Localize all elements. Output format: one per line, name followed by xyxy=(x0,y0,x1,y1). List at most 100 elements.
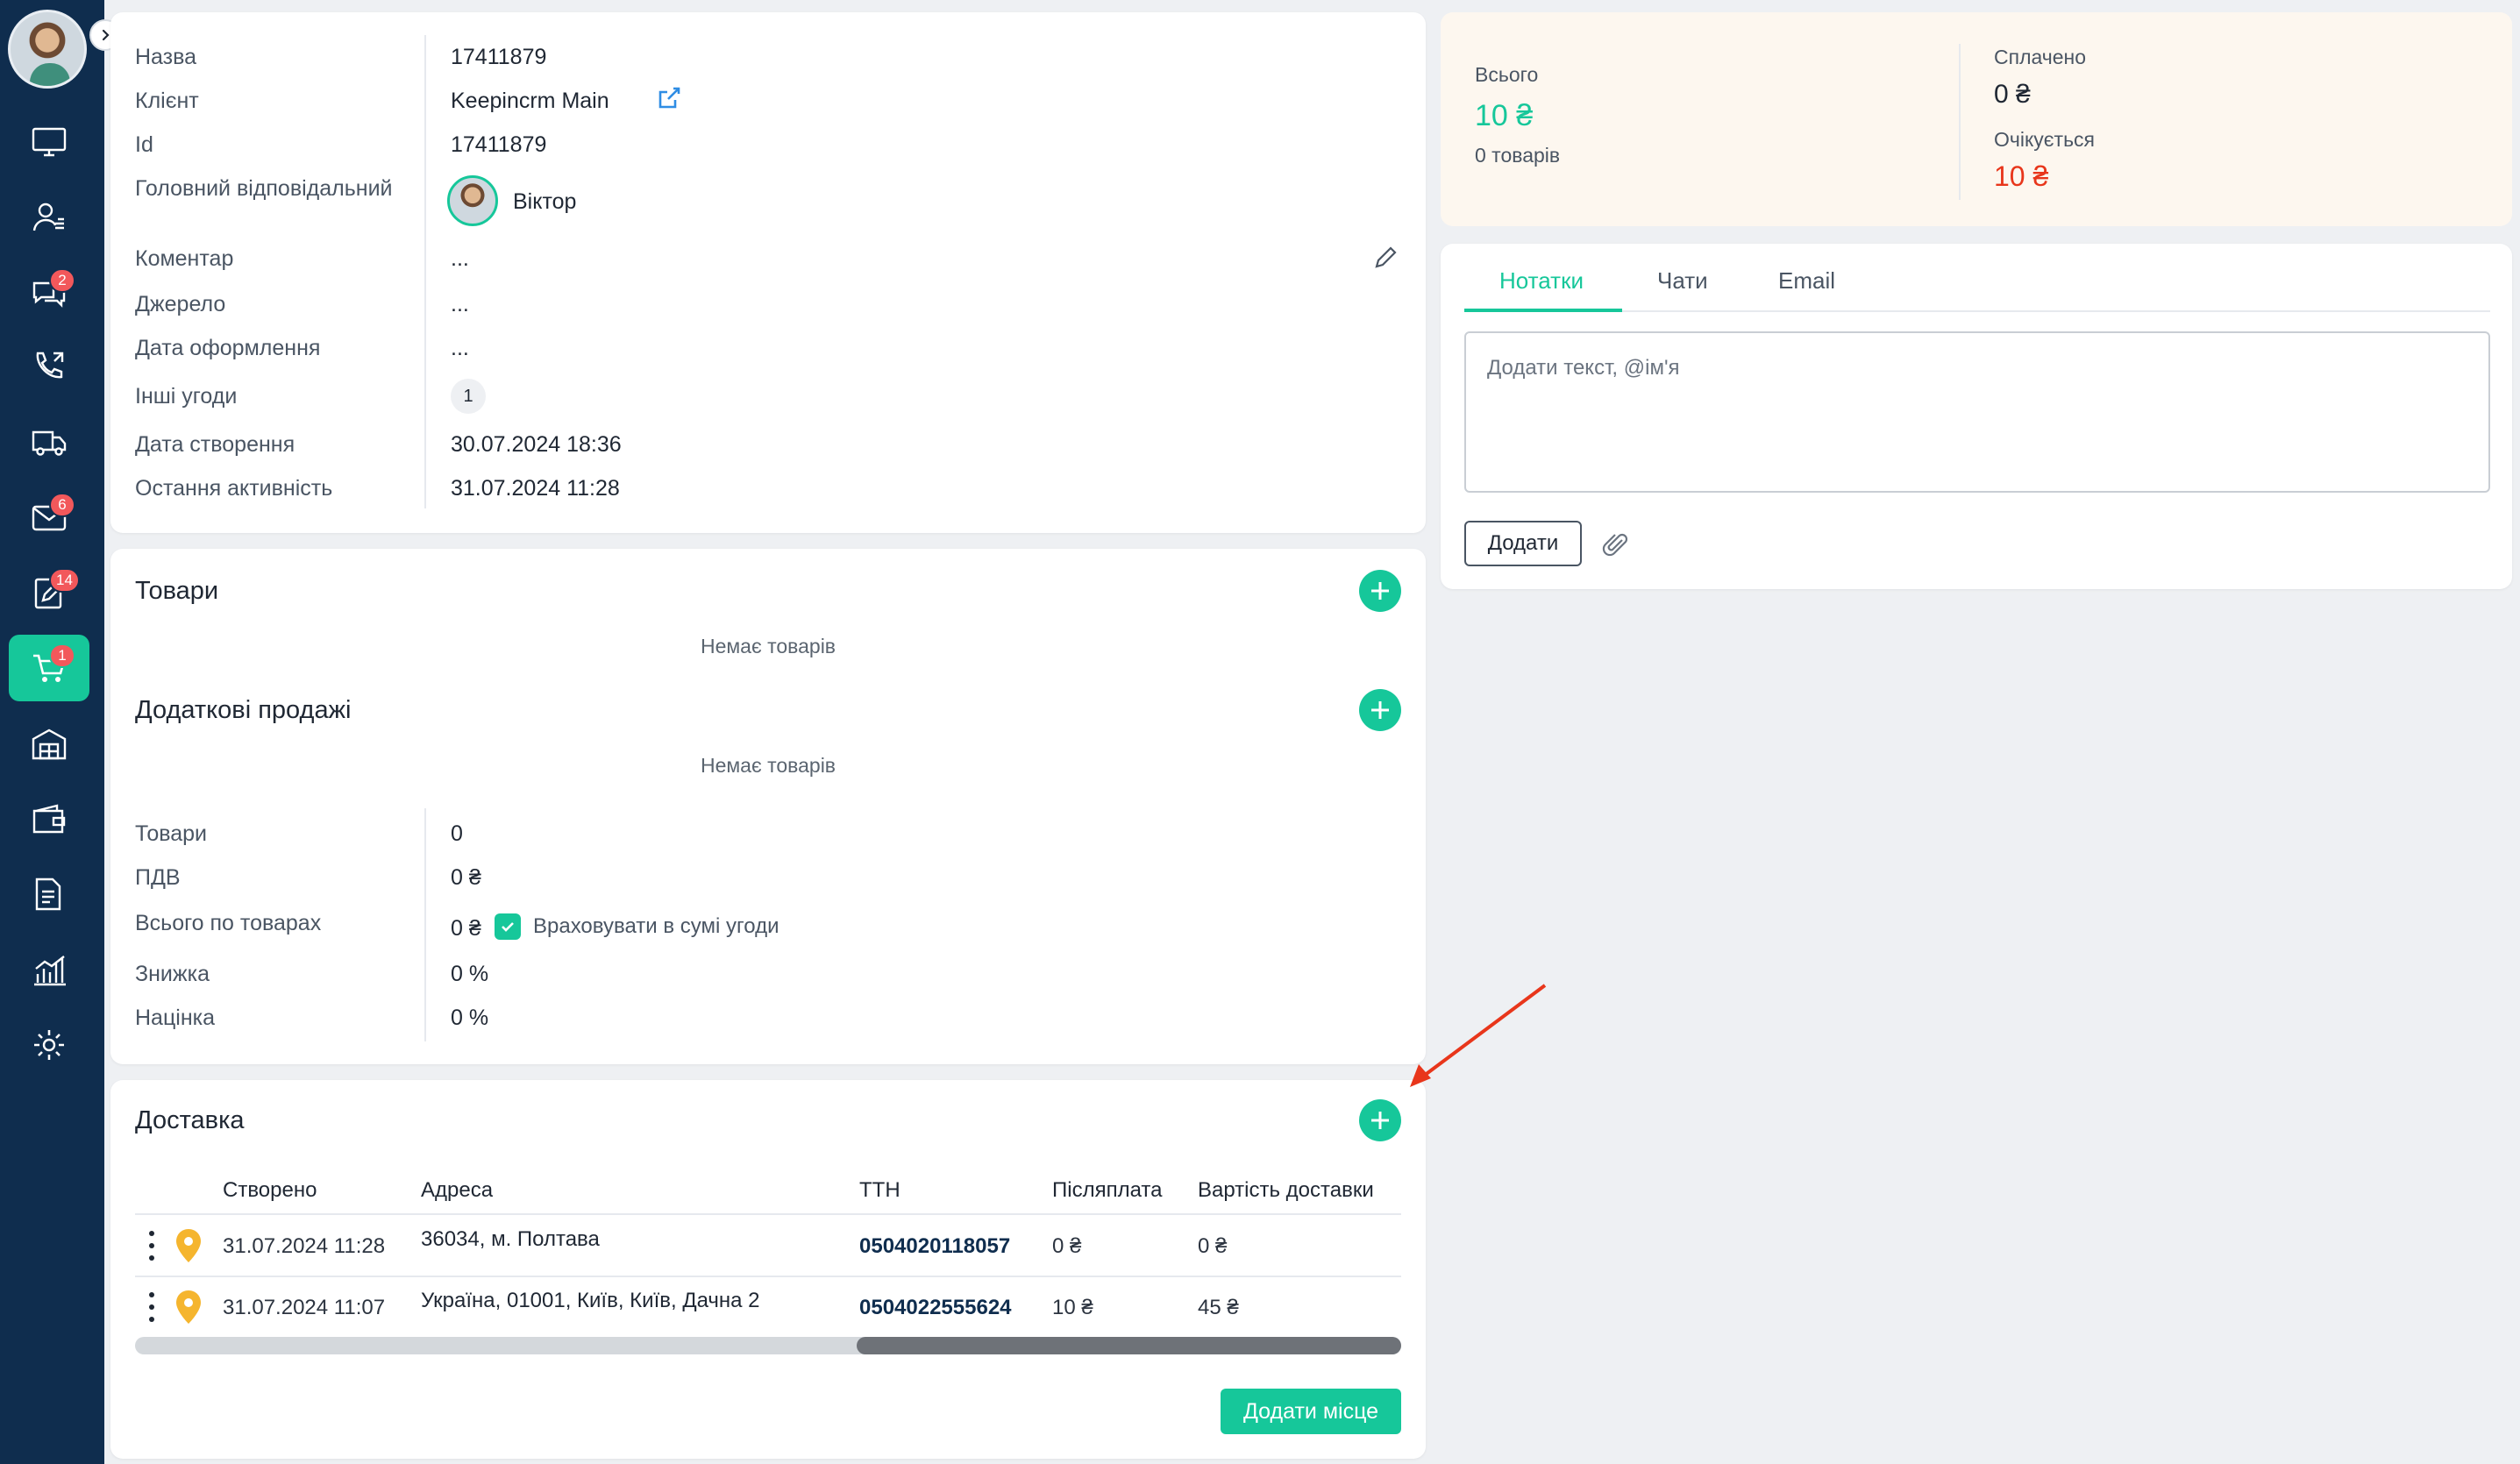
sidebar-item-orders[interactable]: 1 xyxy=(9,635,89,701)
value-markup[interactable]: 0 % xyxy=(451,1005,488,1031)
paperclip-icon[interactable] xyxy=(1601,529,1631,559)
annotation-arrow xyxy=(1410,984,1547,1087)
row2-cod: 10 ₴ xyxy=(1052,1296,1093,1319)
value-goods-total: 0 ₴ xyxy=(451,916,481,941)
add-goods-button[interactable] xyxy=(1359,570,1401,612)
value-id: 17411879 xyxy=(451,132,547,157)
row2-address: Україна, 01001, Київ, Київ, Дачна 2 xyxy=(421,1289,760,1312)
totals-divider xyxy=(424,808,426,1041)
sidebar-item-chats[interactable]: 2 xyxy=(9,259,89,326)
sidebar-item-warehouse[interactable] xyxy=(9,710,89,777)
label-vat: ПДВ xyxy=(135,865,181,890)
active-tab-underline xyxy=(1464,309,1622,312)
user-list-icon xyxy=(32,203,64,231)
label-discount: Знижка xyxy=(135,962,210,986)
value-order-date[interactable]: ... xyxy=(451,335,469,361)
label-order-date: Дата оформлення xyxy=(135,336,321,360)
plus-icon xyxy=(1371,701,1389,719)
row2-created: 31.07.2024 11:07 xyxy=(223,1296,386,1319)
sidebar-item-calls[interactable] xyxy=(9,333,89,400)
label-other-deals: Інші угоди xyxy=(135,384,238,409)
tab-notes[interactable]: Нотатки xyxy=(1499,267,1584,295)
value-comment[interactable]: ... xyxy=(451,245,469,272)
sidebar-item-delivery[interactable] xyxy=(9,409,89,475)
sidebar-item-tasks[interactable]: 14 xyxy=(9,559,89,626)
extra-sales-title: Додаткові продажі xyxy=(135,696,352,724)
label-client: Клієнт xyxy=(135,89,199,113)
map-pin-icon xyxy=(176,1229,201,1262)
row-menu-button[interactable] xyxy=(147,1231,156,1261)
horizontal-scrollbar[interactable] xyxy=(135,1337,1401,1354)
label-goods-total: Всього по товарах xyxy=(135,911,322,935)
sidebar-item-clients[interactable] xyxy=(9,184,89,251)
extra-empty-text: Немає товарів xyxy=(700,754,836,777)
row-divider xyxy=(135,1276,1401,1277)
sidebar-item-documents[interactable] xyxy=(9,861,89,927)
row-menu-button[interactable] xyxy=(147,1292,156,1322)
sidebar-item-settings[interactable] xyxy=(9,1012,89,1078)
sidebar-item-finance[interactable] xyxy=(9,785,89,852)
label-name: Назва xyxy=(135,45,197,69)
summary-divider xyxy=(1959,44,1961,200)
orders-badge: 1 xyxy=(49,643,75,668)
tab-email[interactable]: Email xyxy=(1778,267,1835,295)
row2-cost: 45 ₴ xyxy=(1198,1296,1239,1319)
value-responsible[interactable]: Віктор xyxy=(513,188,576,215)
include-in-total-label[interactable]: Враховувати в сумі угоди xyxy=(533,913,779,940)
label-comment: Коментар xyxy=(135,246,234,271)
deal-info-card xyxy=(110,12,1426,533)
value-name: 17411879 xyxy=(451,45,547,69)
external-link-icon[interactable] xyxy=(656,85,682,111)
paid-label: Сплачено xyxy=(1994,46,2087,68)
col-created: Створено xyxy=(223,1178,317,1202)
value-last-activity: 31.07.2024 11:28 xyxy=(451,476,620,501)
include-in-total-checkbox[interactable] xyxy=(495,913,521,940)
delivery-title: Доставка xyxy=(135,1106,245,1134)
items-count: 0 товарів xyxy=(1475,144,1561,167)
plus-icon xyxy=(1371,582,1389,600)
row1-created: 31.07.2024 11:28 xyxy=(223,1234,386,1258)
document-icon xyxy=(35,878,61,911)
add-note-button[interactable]: Додати xyxy=(1464,521,1582,566)
scrollbar-thumb[interactable] xyxy=(857,1337,1401,1354)
wallet-icon xyxy=(32,804,66,834)
label-id: Id xyxy=(135,132,153,157)
value-created: 30.07.2024 18:36 xyxy=(451,432,622,457)
label-source: Джерело xyxy=(135,292,226,316)
monitor-icon xyxy=(32,127,67,157)
tab-chats[interactable]: Чати xyxy=(1657,267,1708,295)
row2-ttn[interactable]: 0504022555624 xyxy=(859,1296,1012,1320)
label-responsible: Головний відповідальний xyxy=(135,176,393,201)
user-avatar[interactable] xyxy=(8,10,87,89)
header-divider xyxy=(135,1213,1401,1215)
paid-value: 0 ₴ xyxy=(1994,80,2031,109)
note-input[interactable]: Додати текст, @ім'я xyxy=(1464,331,2490,493)
row1-cost: 0 ₴ xyxy=(1198,1234,1228,1258)
value-vat: 0 ₴ xyxy=(451,865,481,890)
sidebar-item-dashboard[interactable] xyxy=(9,109,89,175)
value-client[interactable]: Keepincrm Main xyxy=(451,88,609,114)
expected-value: 10 ₴ xyxy=(1994,160,2049,192)
pencil-icon[interactable] xyxy=(1371,244,1399,272)
other-deals-count[interactable]: 1 xyxy=(451,379,486,414)
value-discount[interactable]: 0 % xyxy=(451,961,488,987)
total-label: Всього xyxy=(1475,63,1539,86)
phone-icon xyxy=(36,352,64,379)
add-delivery-button[interactable] xyxy=(1359,1099,1401,1141)
add-extra-sale-button[interactable] xyxy=(1359,689,1401,731)
label-created: Дата створення xyxy=(135,432,295,457)
row1-ttn[interactable]: 0504020118057 xyxy=(859,1234,1010,1259)
value-source[interactable]: ... xyxy=(451,291,469,317)
sidebar-item-reports[interactable] xyxy=(9,936,89,1003)
row1-address: 36034, м. Полтава xyxy=(421,1227,600,1251)
col-cost: Вартість доставки xyxy=(1198,1178,1374,1202)
tasks-badge: 14 xyxy=(49,568,80,593)
check-icon xyxy=(502,922,514,932)
responsible-avatar xyxy=(447,175,498,226)
col-cod: Післяплата xyxy=(1052,1178,1163,1202)
add-place-button[interactable]: Додати місце xyxy=(1221,1389,1401,1434)
total-value: 10 ₴ xyxy=(1475,99,1534,132)
goods-empty-text: Немає товарів xyxy=(700,635,836,657)
sidebar-item-mail[interactable]: 6 xyxy=(9,484,89,551)
chats-badge: 2 xyxy=(49,268,75,293)
